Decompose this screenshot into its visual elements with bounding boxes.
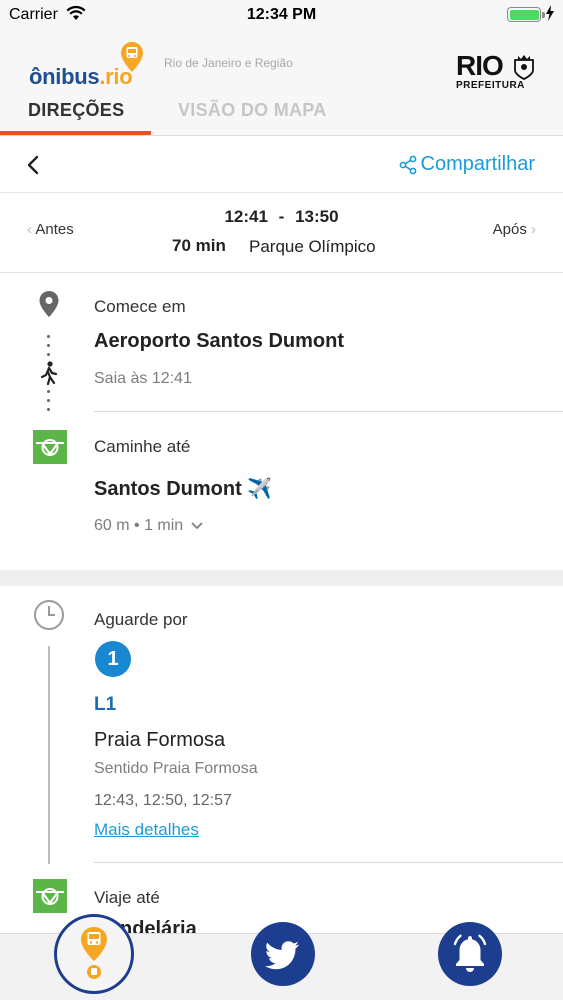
- trip-summary: ‹ Antes 12:41 - 13:50 70 min Parque Olím…: [0, 194, 563, 273]
- arrive-time: 13:50: [295, 207, 339, 226]
- prefeitura-rio-logo: RIO PREFEITURA: [456, 52, 540, 92]
- departure-times: 12:43, 12:50, 12:57: [94, 792, 232, 809]
- next-trip-button[interactable]: Após ›: [493, 221, 536, 238]
- route-direction: Sentido Praia Formosa: [94, 760, 258, 777]
- trip-times: 12:41 - 13:50: [0, 207, 563, 227]
- vlt-station-icon: [33, 430, 67, 469]
- route-name: Praia Formosa: [94, 729, 226, 751]
- clock-icon: [33, 599, 65, 636]
- status-bar: Carrier 12:34 PM: [0, 0, 563, 30]
- brand-prefeitura: PREFEITURA: [456, 80, 525, 91]
- walk-distance-toggle[interactable]: 60 m • 1 min: [94, 517, 204, 535]
- walking-person-icon: [39, 361, 59, 390]
- trip-duration: 70 min: [172, 236, 226, 255]
- status-time: 12:34 PM: [246, 6, 317, 23]
- more-details-link[interactable]: Mais detalhes: [94, 820, 199, 840]
- nav-bar: Compartilhar: [0, 137, 563, 193]
- depart-time: 12:41: [224, 207, 268, 226]
- tab-map-view[interactable]: VISÃO DO MAPA: [178, 100, 327, 121]
- time-separator: -: [278, 207, 285, 226]
- section-divider: [0, 570, 563, 586]
- walk-path-dots-bottom: [47, 390, 50, 417]
- bell-icon: [453, 934, 487, 972]
- route-line: [48, 646, 50, 864]
- tab-directions[interactable]: DIREÇÕES: [28, 100, 124, 121]
- chevron-down-icon: [191, 522, 203, 530]
- walk-distance: 60 m • 1 min: [94, 517, 184, 534]
- twitter-button[interactable]: [251, 922, 315, 986]
- ride-title: Viaje até: [94, 888, 160, 907]
- wait-title: Aguarde por: [94, 610, 188, 629]
- start-title: Comece em: [94, 297, 186, 316]
- chevron-left-icon: [27, 155, 39, 175]
- charging-bolt-icon: [545, 5, 555, 26]
- twitter-icon: [265, 941, 299, 970]
- vlt-station-icon: [33, 879, 67, 918]
- walk-destination: Santos Dumont ✈️: [94, 478, 273, 500]
- app-header: ônibus.rio Rio de Janeiro e Região RIO P…: [0, 30, 563, 136]
- walk-title: Caminhe até: [94, 437, 191, 456]
- share-icon: [399, 155, 416, 174]
- share-button[interactable]: Compartilhar: [399, 153, 535, 176]
- notifications-button[interactable]: [438, 922, 502, 986]
- share-label: Compartilhar: [420, 153, 535, 175]
- start-sub: Saia às 12:41: [94, 370, 192, 387]
- bus-pin-icon: [121, 42, 143, 77]
- onibus-rio-logo[interactable]: ônibus.rio: [29, 42, 149, 89]
- start-name: Aeroporto Santos Dumont: [94, 330, 344, 352]
- battery-icon: [507, 7, 541, 22]
- back-button[interactable]: [24, 151, 44, 179]
- region-label: Rio de Janeiro e Região: [164, 56, 293, 70]
- bus-location-icon: [81, 927, 107, 979]
- next-trip-label: Após: [492, 221, 527, 238]
- logo-text-main: ônibus: [29, 64, 100, 89]
- location-pin-icon: [38, 291, 60, 322]
- line-code: L1: [94, 694, 117, 715]
- trip-destination: Parque Olímpico: [249, 237, 376, 256]
- brand-rio: RIO: [456, 50, 504, 81]
- route-number-badge: 1: [95, 641, 131, 677]
- bus-location-button[interactable]: [54, 914, 134, 994]
- walk-path-dots-top: [47, 335, 50, 362]
- chevron-right-small-icon: ›: [531, 221, 536, 238]
